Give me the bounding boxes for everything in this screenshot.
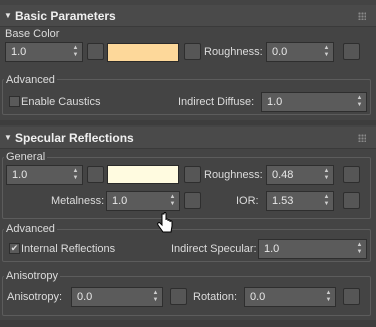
spinner-arrows-icon[interactable]: ▲ ▼ <box>72 168 79 182</box>
rotation-label: Rotation: <box>193 291 238 303</box>
spinner-value: 0.48 <box>272 169 294 181</box>
base-color-label: Base Color <box>5 28 60 40</box>
specular-roughness-map-button[interactable] <box>343 166 360 183</box>
enable-caustics-label: Enable Caustics <box>21 96 101 108</box>
spinner-arrows-icon[interactable]: ▲ ▼ <box>323 168 330 182</box>
spinner-value: 1.0 <box>112 195 128 207</box>
rotation-map-button[interactable] <box>343 288 360 305</box>
hand-cursor-icon <box>157 212 173 233</box>
internal-reflections-checkbox[interactable]: ✔ <box>9 243 20 254</box>
indirect-specular-label: Indirect Specular: <box>171 243 257 255</box>
check-icon: ✔ <box>10 243 19 253</box>
specular-color-map-button[interactable] <box>184 166 201 183</box>
anisotropy-map-button[interactable] <box>170 288 187 305</box>
drag-grip-icon[interactable] <box>358 12 366 20</box>
metalness-map-button[interactable] <box>184 192 201 209</box>
spinner-value: 0.0 <box>272 46 288 58</box>
base-weight-map-button[interactable] <box>87 43 104 60</box>
indirect-diffuse-spinner[interactable]: 1.0 ▲ ▼ <box>261 92 367 112</box>
spinner-arrows-icon[interactable]: ▲ ▼ <box>325 290 332 304</box>
rollout-separator <box>0 120 376 125</box>
spinner-value: 1.53 <box>272 195 294 207</box>
indirect-specular-spinner[interactable]: 1.0 ▲ ▼ <box>258 239 367 259</box>
ior-spinner[interactable]: 1.53 ▲ ▼ <box>266 191 334 211</box>
spinner-value: 1.0 <box>264 243 280 255</box>
spinner-arrows-icon[interactable]: ▲ ▼ <box>323 194 330 208</box>
ior-map-button[interactable] <box>343 192 360 209</box>
general-label: General <box>4 151 48 163</box>
rollout-basic-parameters[interactable]: ▼ Basic Parameters <box>0 5 376 27</box>
spinner-value: 0.0 <box>77 291 93 303</box>
metalness-spinner[interactable]: 1.0 ▲ ▼ <box>106 191 180 211</box>
anisotropy-group-label: Anisotropy <box>4 270 60 282</box>
drag-grip-icon[interactable] <box>358 134 366 142</box>
specular-weight-map-button[interactable] <box>87 166 104 183</box>
internal-reflections-label: Internal Reflections <box>21 243 116 255</box>
anisotropy-spinner[interactable]: 0.0 ▲ ▼ <box>71 287 163 307</box>
ior-label: IOR: <box>236 195 259 207</box>
specular-weight-spinner[interactable]: 1.0 ▲ ▼ <box>6 165 83 185</box>
indirect-diffuse-label: Indirect Diffuse: <box>178 96 255 108</box>
specular-roughness-spinner[interactable]: 0.48 ▲ ▼ <box>266 165 334 185</box>
base-color-swatch[interactable] <box>107 43 179 62</box>
collapse-triangle-icon[interactable]: ▼ <box>4 11 12 20</box>
spinner-arrows-icon[interactable]: ▲ ▼ <box>72 45 79 59</box>
spinner-arrows-icon[interactable]: ▲ ▼ <box>323 45 330 59</box>
specular-color-swatch[interactable] <box>107 165 179 184</box>
base-roughness-spinner[interactable]: 0.0 ▲ ▼ <box>266 42 334 62</box>
rollout-separator <box>0 320 376 327</box>
spinner-arrows-icon[interactable]: ▲ ▼ <box>152 290 159 304</box>
spinner-value: 0.0 <box>250 291 266 303</box>
rollout-title: Specular Reflections <box>15 131 134 145</box>
anisotropy-label: Anisotropy: <box>7 291 63 303</box>
spinner-value: 1.0 <box>267 96 283 108</box>
advanced-label: Advanced <box>4 223 57 235</box>
roughness-label: Roughness: <box>204 169 263 181</box>
metalness-label: Metalness: <box>51 195 105 207</box>
enable-caustics-checkbox[interactable] <box>9 96 20 107</box>
advanced-label: Advanced <box>4 74 57 86</box>
spinner-value: 1.0 <box>12 169 28 181</box>
rollout-specular-reflections[interactable]: ▼ Specular Reflections <box>0 127 376 149</box>
base-color-map-button[interactable] <box>184 43 201 60</box>
collapse-triangle-icon[interactable]: ▼ <box>4 133 12 142</box>
rotation-spinner[interactable]: 0.0 ▲ ▼ <box>244 287 336 307</box>
spinner-arrows-icon[interactable]: ▲ ▼ <box>356 95 363 109</box>
spinner-value: 1.0 <box>11 46 27 58</box>
roughness-label: Roughness: <box>204 46 263 58</box>
spinner-arrows-icon[interactable]: ▲ ▼ <box>169 194 176 208</box>
base-roughness-map-button[interactable] <box>343 43 360 60</box>
rollout-title: Basic Parameters <box>15 9 116 23</box>
base-weight-spinner[interactable]: 1.0 ▲ ▼ <box>5 42 83 62</box>
spinner-arrows-icon[interactable]: ▲ ▼ <box>356 242 363 256</box>
